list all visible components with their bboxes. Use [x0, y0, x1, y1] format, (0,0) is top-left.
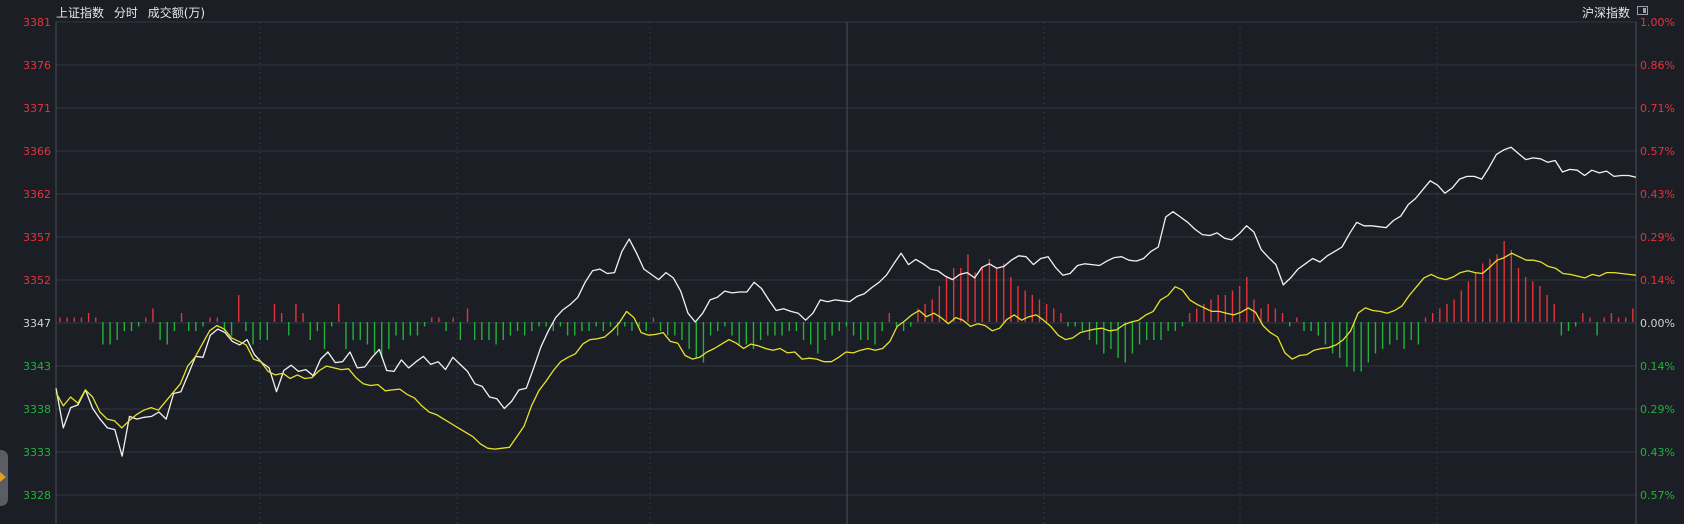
y-tick-label-right: 0.43% [1640, 188, 1675, 201]
y-tick-label-left: 3343 [23, 360, 51, 373]
y-tick-label-left: 3376 [23, 59, 51, 72]
expand-arrow-icon[interactable] [0, 450, 8, 506]
y-tick-label-right: 0.71% [1640, 102, 1675, 115]
y-tick-label-right: 0.57% [1640, 489, 1675, 502]
y-tick-label-left: 3333 [23, 446, 51, 459]
chart-header: 上证指数 分时 成交额(万) [56, 4, 211, 21]
compare-index-label[interactable]: 沪深指数 [1582, 4, 1630, 21]
y-tick-label-right: 0.00% [1640, 317, 1675, 330]
y-tick-label-right: 0.57% [1640, 145, 1675, 158]
y-tick-label-right: 0.86% [1640, 59, 1675, 72]
y-tick-label-right: 0.29% [1640, 231, 1675, 244]
y-tick-label-right: 0.14% [1640, 274, 1675, 287]
y-tick-label-left: 3381 [23, 16, 51, 29]
y-tick-label-left: 3362 [23, 188, 51, 201]
index-name[interactable]: 上证指数 [56, 6, 104, 20]
volume-label: 成交额(万) [147, 6, 206, 20]
y-tick-label-right: 1.00% [1640, 16, 1675, 29]
y-tick-label-left: 3347 [23, 317, 51, 330]
y-tick-label-left: 3338 [23, 403, 51, 416]
y-tick-label-left: 3357 [23, 231, 51, 244]
mode-label[interactable]: 分时 [114, 6, 138, 20]
y-tick-label-right: 0.43% [1640, 446, 1675, 459]
y-tick-label-left: 3371 [23, 102, 51, 115]
y-tick-label-left: 3352 [23, 274, 51, 287]
y-tick-label-right: 0.29% [1640, 403, 1675, 416]
y-tick-label-left: 3366 [23, 145, 51, 158]
intraday-chart[interactable]: 3381 3376 3371 3366 3362 3357 3352 3347 3343 3338… [0, 0, 1684, 524]
chart-background [0, 0, 1684, 524]
panel-toggle-icon[interactable] [1637, 6, 1648, 15]
y-tick-label-right: 0.14% [1640, 360, 1675, 373]
y-tick-label-left: 3328 [23, 489, 51, 502]
